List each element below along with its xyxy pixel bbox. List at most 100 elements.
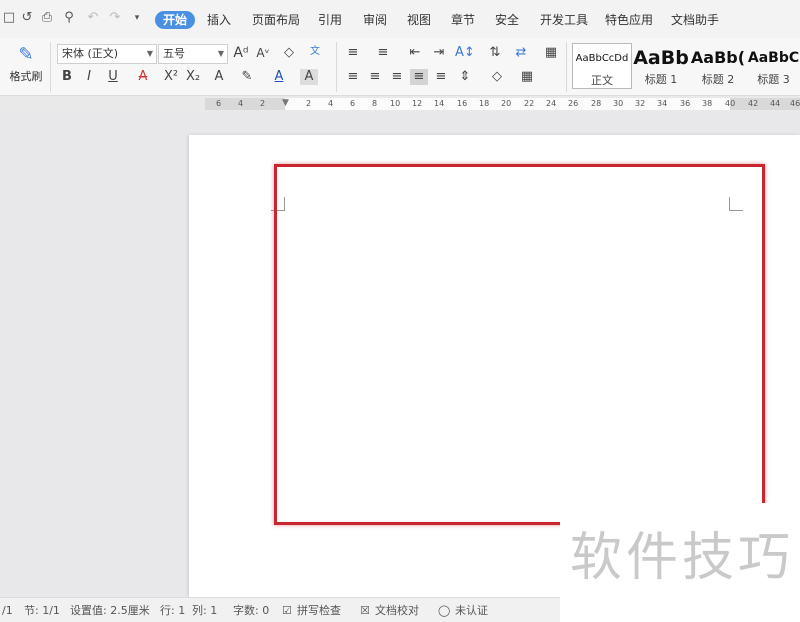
save-icon[interactable]: ↺ <box>20 11 34 25</box>
style-name: 标题 3 <box>757 73 790 86</box>
doc-proof-icon: ☒ <box>360 604 370 617</box>
customize-dropdown-icon[interactable]: ▾ <box>130 11 144 25</box>
undo-icon[interactable]: ↶ <box>86 11 100 25</box>
ruler-tick: 44 <box>770 99 781 108</box>
phonetic-guide-icon[interactable]: 文 <box>306 44 324 60</box>
style-name: 标题 1 <box>644 73 678 86</box>
tab-sections[interactable]: 章节 <box>451 11 475 29</box>
tab-view[interactable]: 视图 <box>407 11 431 29</box>
align-right-icon[interactable]: ≡ <box>388 69 406 85</box>
ruler-tick: 6 <box>216 99 222 108</box>
tab-insert[interactable]: 插入 <box>207 11 231 29</box>
status-word-count[interactable]: 字数: 0 <box>233 604 269 617</box>
align-center-icon[interactable]: ≡ <box>366 69 384 85</box>
underline-icon[interactable]: U <box>104 69 122 85</box>
ruler-tick: 40 <box>725 99 736 108</box>
open-icon[interactable]: □ <box>2 11 16 25</box>
chevron-down-icon: ▼ <box>146 49 153 58</box>
shading-icon[interactable]: ◇ <box>488 69 506 85</box>
bullet-list-icon[interactable]: ≡ <box>344 45 362 61</box>
ruler-tick: 10 <box>390 99 401 108</box>
tab-developer[interactable]: 开发工具 <box>540 11 588 29</box>
tab-page-layout[interactable]: 页面布局 <box>252 11 300 29</box>
print-icon[interactable]: ⎙ <box>40 11 54 25</box>
ruler-tick: 26 <box>568 99 579 108</box>
ruler-tick: 42 <box>748 99 759 108</box>
spell-check-button[interactable]: 拼写检查 <box>297 604 341 617</box>
style-heading-2[interactable]: AaBb( 标题 2 <box>690 43 746 89</box>
table-grid-icon[interactable]: ▦ <box>542 45 560 61</box>
text-effect-icon[interactable]: A <box>210 69 228 85</box>
highlight-frame <box>274 164 765 525</box>
ruler-tick: 6 <box>350 99 356 108</box>
line-spacing-icon[interactable]: ⇕ <box>456 69 474 85</box>
ruler-tick: 4 <box>238 99 244 108</box>
subscript-icon[interactable]: X₂ <box>184 69 202 85</box>
increase-indent-icon[interactable]: ⇥ <box>430 45 448 61</box>
strikethrough-icon[interactable]: A <box>134 69 152 85</box>
status-page[interactable]: /1 <box>2 604 13 617</box>
tab-review[interactable]: 审阅 <box>363 11 387 29</box>
ruler-tick: 36 <box>680 99 691 108</box>
font-size-value: 五号 <box>163 47 185 60</box>
shrink-font-icon[interactable]: Aᵛ <box>254 45 272 61</box>
ruler-tick: 2 <box>306 99 312 108</box>
italic-icon[interactable]: I <box>80 69 98 85</box>
style-heading-3[interactable]: AaBbC 标题 3 <box>747 43 800 89</box>
clear-format-icon[interactable]: ◇ <box>280 45 298 61</box>
highlight-icon[interactable]: ✎ <box>238 69 256 85</box>
show-marks-icon[interactable]: ⇄ <box>512 45 530 61</box>
ruler-tick: 2 <box>260 99 266 108</box>
font-color-icon[interactable]: A <box>270 69 288 85</box>
print-preview-icon[interactable]: ⚲ <box>62 11 76 25</box>
style-sample: AaBbC <box>747 50 800 66</box>
chinese-layout-icon[interactable]: A↕ <box>455 45 475 61</box>
font-size-select[interactable]: 五号 ▼ <box>158 44 228 64</box>
style-name: 标题 2 <box>701 73 735 86</box>
auth-status[interactable]: 未认证 <box>455 604 488 617</box>
decrease-indent-icon[interactable]: ⇤ <box>406 45 424 61</box>
style-normal[interactable]: AaBbCcDd 正文 <box>572 43 632 89</box>
ruler-tick: 30 <box>613 99 624 108</box>
ruler-tick: 18 <box>479 99 490 108</box>
ruler-tick: 22 <box>524 99 535 108</box>
indent-marker-icon[interactable]: ▼ <box>282 98 289 108</box>
ruler-tick: 38 <box>702 99 713 108</box>
bold-icon[interactable]: B <box>58 69 76 85</box>
char-shading-icon[interactable]: A <box>300 69 318 85</box>
status-row: 行: 1 <box>160 604 186 617</box>
divider <box>336 42 337 92</box>
brush-icon: ✎ <box>18 44 34 65</box>
superscript-icon[interactable]: X² <box>162 69 180 85</box>
numbered-list-icon[interactable]: ≡ <box>374 45 392 61</box>
distribute-icon[interactable]: ≡ <box>432 69 450 85</box>
ruler-tick: 46 <box>790 99 800 108</box>
horizontal-ruler[interactable]: 6 4 2 ▼ 2 4 6 8 10 12 14 16 18 20 22 24 … <box>205 98 800 110</box>
format-painter-button[interactable]: ✎ 格式刷 <box>6 42 46 90</box>
style-heading-1[interactable]: AaBb 标题 1 <box>633 43 689 89</box>
shield-icon: ◯ <box>438 604 451 617</box>
ruler-tick: 4 <box>328 99 334 108</box>
align-left-icon[interactable]: ≡ <box>344 69 362 85</box>
justify-icon[interactable]: ≡ <box>410 69 428 85</box>
style-sample: AaBbCcDd <box>575 53 629 64</box>
tab-doc-assistant[interactable]: 文档助手 <box>671 11 719 29</box>
tab-security[interactable]: 安全 <box>495 11 519 29</box>
status-bar: /1 节: 1/1 设置值: 2.5厘米 行: 1 列: 1 字数: 0 ☑ 拼… <box>0 597 560 622</box>
font-name-select[interactable]: 宋体 (正文) ▼ <box>57 44 157 64</box>
spell-check-icon: ☑ <box>282 604 292 617</box>
menu-bar: □ ↺ ⎙ ⚲ ↶ ↷ ▾ 开始 插入 页面布局 引用 审阅 视图 章节 安全 … <box>0 0 800 38</box>
format-painter-label: 格式刷 <box>9 70 43 83</box>
ruler-tick: 20 <box>501 99 512 108</box>
grow-font-icon[interactable]: Aᵈ <box>232 45 250 61</box>
borders-icon[interactable]: ▦ <box>518 69 536 85</box>
ruler-tick: 32 <box>635 99 646 108</box>
ribbon-toolbar: ✎ 格式刷 宋体 (正文) ▼ 五号 ▼ Aᵈ Aᵛ ◇ 文 B I U A X… <box>0 38 800 96</box>
status-section: 节: 1/1 <box>24 604 60 617</box>
doc-proof-button[interactable]: 文档校对 <box>375 604 419 617</box>
tab-references[interactable]: 引用 <box>318 11 342 29</box>
tab-features[interactable]: 特色应用 <box>605 11 653 29</box>
tab-home[interactable]: 开始 <box>155 11 196 29</box>
redo-icon[interactable]: ↷ <box>108 11 122 25</box>
sort-icon[interactable]: ⇅ <box>486 45 504 61</box>
